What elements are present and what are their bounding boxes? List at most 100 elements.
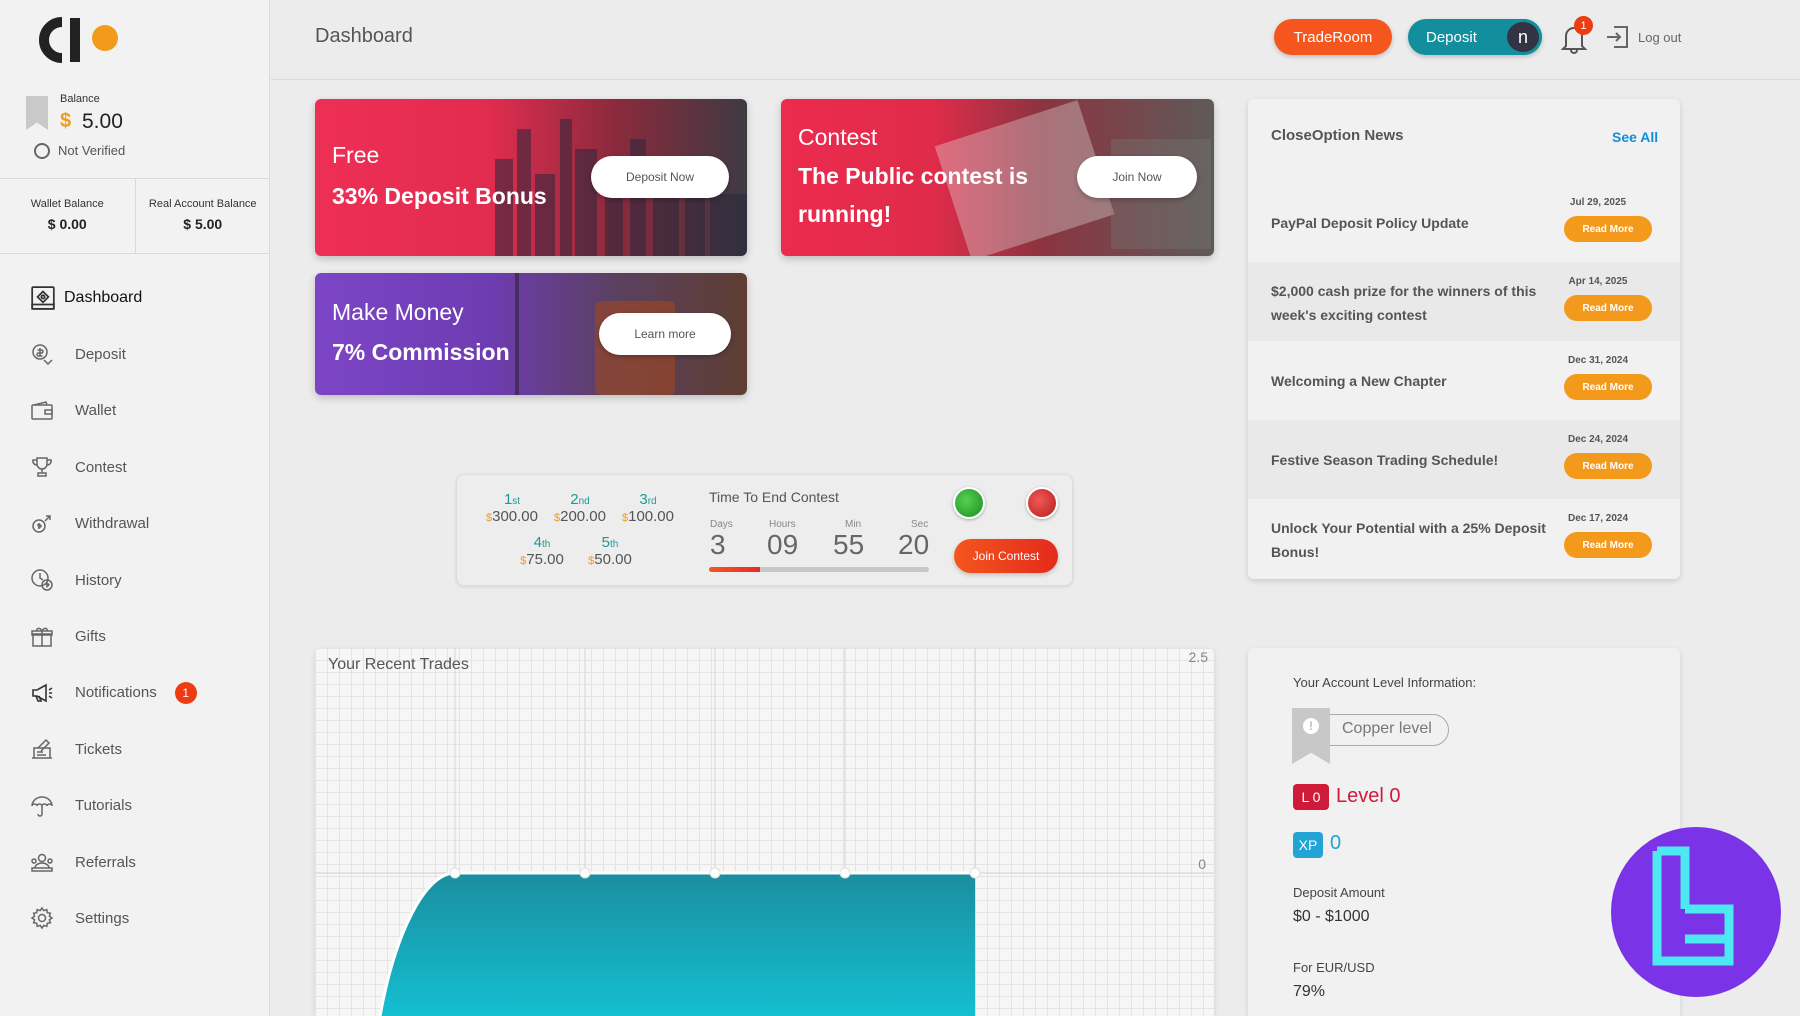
- news-item-title[interactable]: Welcoming a New Chapter: [1271, 369, 1551, 393]
- news-item-date: Dec 17, 2024: [1567, 513, 1629, 524]
- sidebar-item-label: Notifications: [75, 684, 157, 702]
- sidebar-item-label: Withdrawal: [75, 515, 150, 533]
- sidebar-item-label: Tutorials: [75, 797, 132, 815]
- bonus-subheading: 33% Deposit Bonus: [332, 183, 547, 209]
- sidebar-item-label: Dashboard: [64, 289, 143, 307]
- news-item-title[interactable]: Unlock Your Potential with a 25% Deposit…: [1271, 516, 1551, 564]
- recent-trades-chart: 2.5 0 Your Recent Trades: [315, 648, 1214, 1016]
- read-more-button[interactable]: Read More: [1564, 453, 1652, 479]
- avatar[interactable]: n: [1504, 19, 1542, 55]
- umbrella-icon: [31, 795, 53, 817]
- traderoom-button[interactable]: TradeRoom: [1274, 19, 1392, 55]
- sidebar-item-withdrawal[interactable]: Withdrawal: [0, 496, 270, 552]
- sidebar-item-settings[interactable]: Settings: [0, 890, 270, 946]
- ribbon-icon: [26, 96, 48, 130]
- tf-logo-icon: [1652, 846, 1734, 966]
- news-item-date: Jul 29, 2025: [1569, 197, 1627, 208]
- prize-amount: 100.00: [628, 508, 674, 525]
- megaphone-icon: [32, 683, 53, 703]
- notifications-count-badge: 1: [174, 681, 197, 704]
- join-contest-button[interactable]: Join Contest: [954, 539, 1058, 573]
- logout-link[interactable]: Log out: [1604, 24, 1681, 50]
- pair-label: For EUR/USD: [1293, 960, 1375, 975]
- sidebar-item-tutorials[interactable]: Tutorials: [0, 778, 270, 834]
- read-more-button[interactable]: Read More: [1564, 216, 1652, 242]
- news-title: CloseOption News: [1271, 127, 1404, 144]
- contest-subheading-2: running!: [798, 201, 892, 227]
- sidebar-item-label: Wallet: [75, 402, 117, 420]
- account-level-title: Your Account Level Information:: [1293, 675, 1477, 690]
- real-balance-value: $ 5.00: [183, 216, 223, 232]
- sidebar-item-history[interactable]: History: [0, 552, 270, 608]
- prize-suffix: th: [542, 539, 551, 550]
- read-more-button[interactable]: Read More: [1564, 374, 1652, 400]
- sidebar-nav: Dashboard Deposit Wallet Contest Withdra…: [0, 270, 270, 947]
- level-text: Level 0: [1336, 785, 1401, 807]
- news-item-date: Apr 14, 2025: [1568, 276, 1628, 287]
- join-now-button[interactable]: Join Now: [1077, 156, 1197, 198]
- prize-5th: 5th $50.00: [575, 534, 645, 568]
- sidebar-item-contest[interactable]: Contest: [0, 439, 270, 495]
- prize-amount: 300.00: [492, 508, 538, 525]
- sidebar-item-deposit[interactable]: Deposit: [0, 326, 270, 382]
- verification-status[interactable]: Not Verified: [58, 143, 125, 158]
- prize-amount: 50.00: [594, 551, 632, 568]
- commission-subheading: 7% Commission: [332, 339, 510, 365]
- see-all-link[interactable]: See All: [1612, 129, 1658, 145]
- top-header: Dashboard TradeRoom Deposit n 1 Log out: [271, 0, 1800, 80]
- sidebar: Balance $ 5.00 Not Verified Wallet Balan…: [0, 0, 270, 1016]
- news-item-title[interactable]: PayPal Deposit Policy Update: [1271, 211, 1551, 235]
- trades-chart-svg: 2.50: [315, 648, 1214, 1016]
- news-item: Unlock Your Potential with a 25% Deposit…: [1248, 499, 1680, 578]
- news-item: Welcoming a New Chapter Dec 31, 2024 Rea…: [1248, 341, 1680, 420]
- sidebar-item-gifts[interactable]: Gifts: [0, 608, 270, 664]
- sidebar-item-notifications[interactable]: Notifications 1: [0, 665, 270, 721]
- sidebar-item-referrals[interactable]: Referrals: [0, 834, 270, 890]
- contest-progress-bar: [709, 567, 929, 572]
- deposit-amount-value: $0 - $1000: [1293, 908, 1370, 925]
- logout-icon: [1607, 26, 1628, 48]
- sidebar-item-dashboard[interactable]: Dashboard: [0, 270, 270, 326]
- contest-subheading: The Public contest is: [798, 163, 1029, 189]
- news-item: $2,000 cash prize for the winners of thi…: [1248, 262, 1680, 341]
- news-item-date: Dec 24, 2024: [1567, 434, 1629, 445]
- bear-icon: [1026, 487, 1058, 519]
- prize-suffix: st: [512, 496, 521, 507]
- pair-payout-value: 79%: [1293, 983, 1326, 1000]
- sidebar-item-tickets[interactable]: Tickets: [0, 721, 270, 777]
- news-item-title[interactable]: $2,000 cash prize for the winners of thi…: [1271, 279, 1551, 327]
- wallet-balance-label: Wallet Balance: [30, 198, 104, 210]
- wallet-icon: [31, 401, 53, 420]
- logout-label: Log out: [1638, 29, 1682, 45]
- prize-place: 5: [601, 534, 610, 551]
- contest-card: Contest The Public contest is running! J…: [781, 99, 1214, 256]
- commission-heading: Make Money: [332, 299, 464, 325]
- account-balances: Wallet Balance $ 0.00 Real Account Balan…: [0, 178, 270, 254]
- sec-value: 20: [898, 529, 930, 560]
- sidebar-item-wallet[interactable]: Wallet: [0, 383, 270, 439]
- real-balance-label: Real Account Balance: [148, 198, 257, 210]
- dashboard-icon: [31, 286, 55, 310]
- contest-progress-fill: [709, 567, 760, 572]
- contest-timer-title: Time To End Contest: [709, 489, 839, 505]
- contest-heading: Contest: [798, 124, 878, 150]
- news-item: Festive Season Trading Schedule! Dec 24,…: [1248, 420, 1680, 499]
- learn-more-button[interactable]: Learn more: [599, 313, 731, 355]
- chart-title: Your Recent Trades: [328, 656, 469, 673]
- bull-icon: [953, 487, 985, 519]
- news-item-title[interactable]: Festive Season Trading Schedule!: [1271, 448, 1551, 472]
- read-more-button[interactable]: Read More: [1564, 295, 1652, 321]
- closeoption-logo[interactable]: [28, 12, 128, 68]
- sidebar-item-label: Tickets: [75, 740, 122, 758]
- prize-place: 3: [639, 491, 648, 508]
- hours-value: 09: [767, 529, 799, 560]
- sidebar-item-label: Contest: [75, 458, 127, 476]
- deposit-now-button[interactable]: Deposit Now: [591, 156, 729, 198]
- news-item: PayPal Deposit Policy Update Jul 29, 202…: [1248, 183, 1680, 262]
- read-more-button[interactable]: Read More: [1564, 532, 1652, 558]
- prize-suffix: th: [610, 539, 619, 550]
- xp-value: 0: [1330, 832, 1342, 854]
- prize-suffix: nd: [578, 496, 590, 507]
- prize-suffix: rd: [647, 496, 657, 507]
- bonus-heading: Free: [332, 142, 380, 168]
